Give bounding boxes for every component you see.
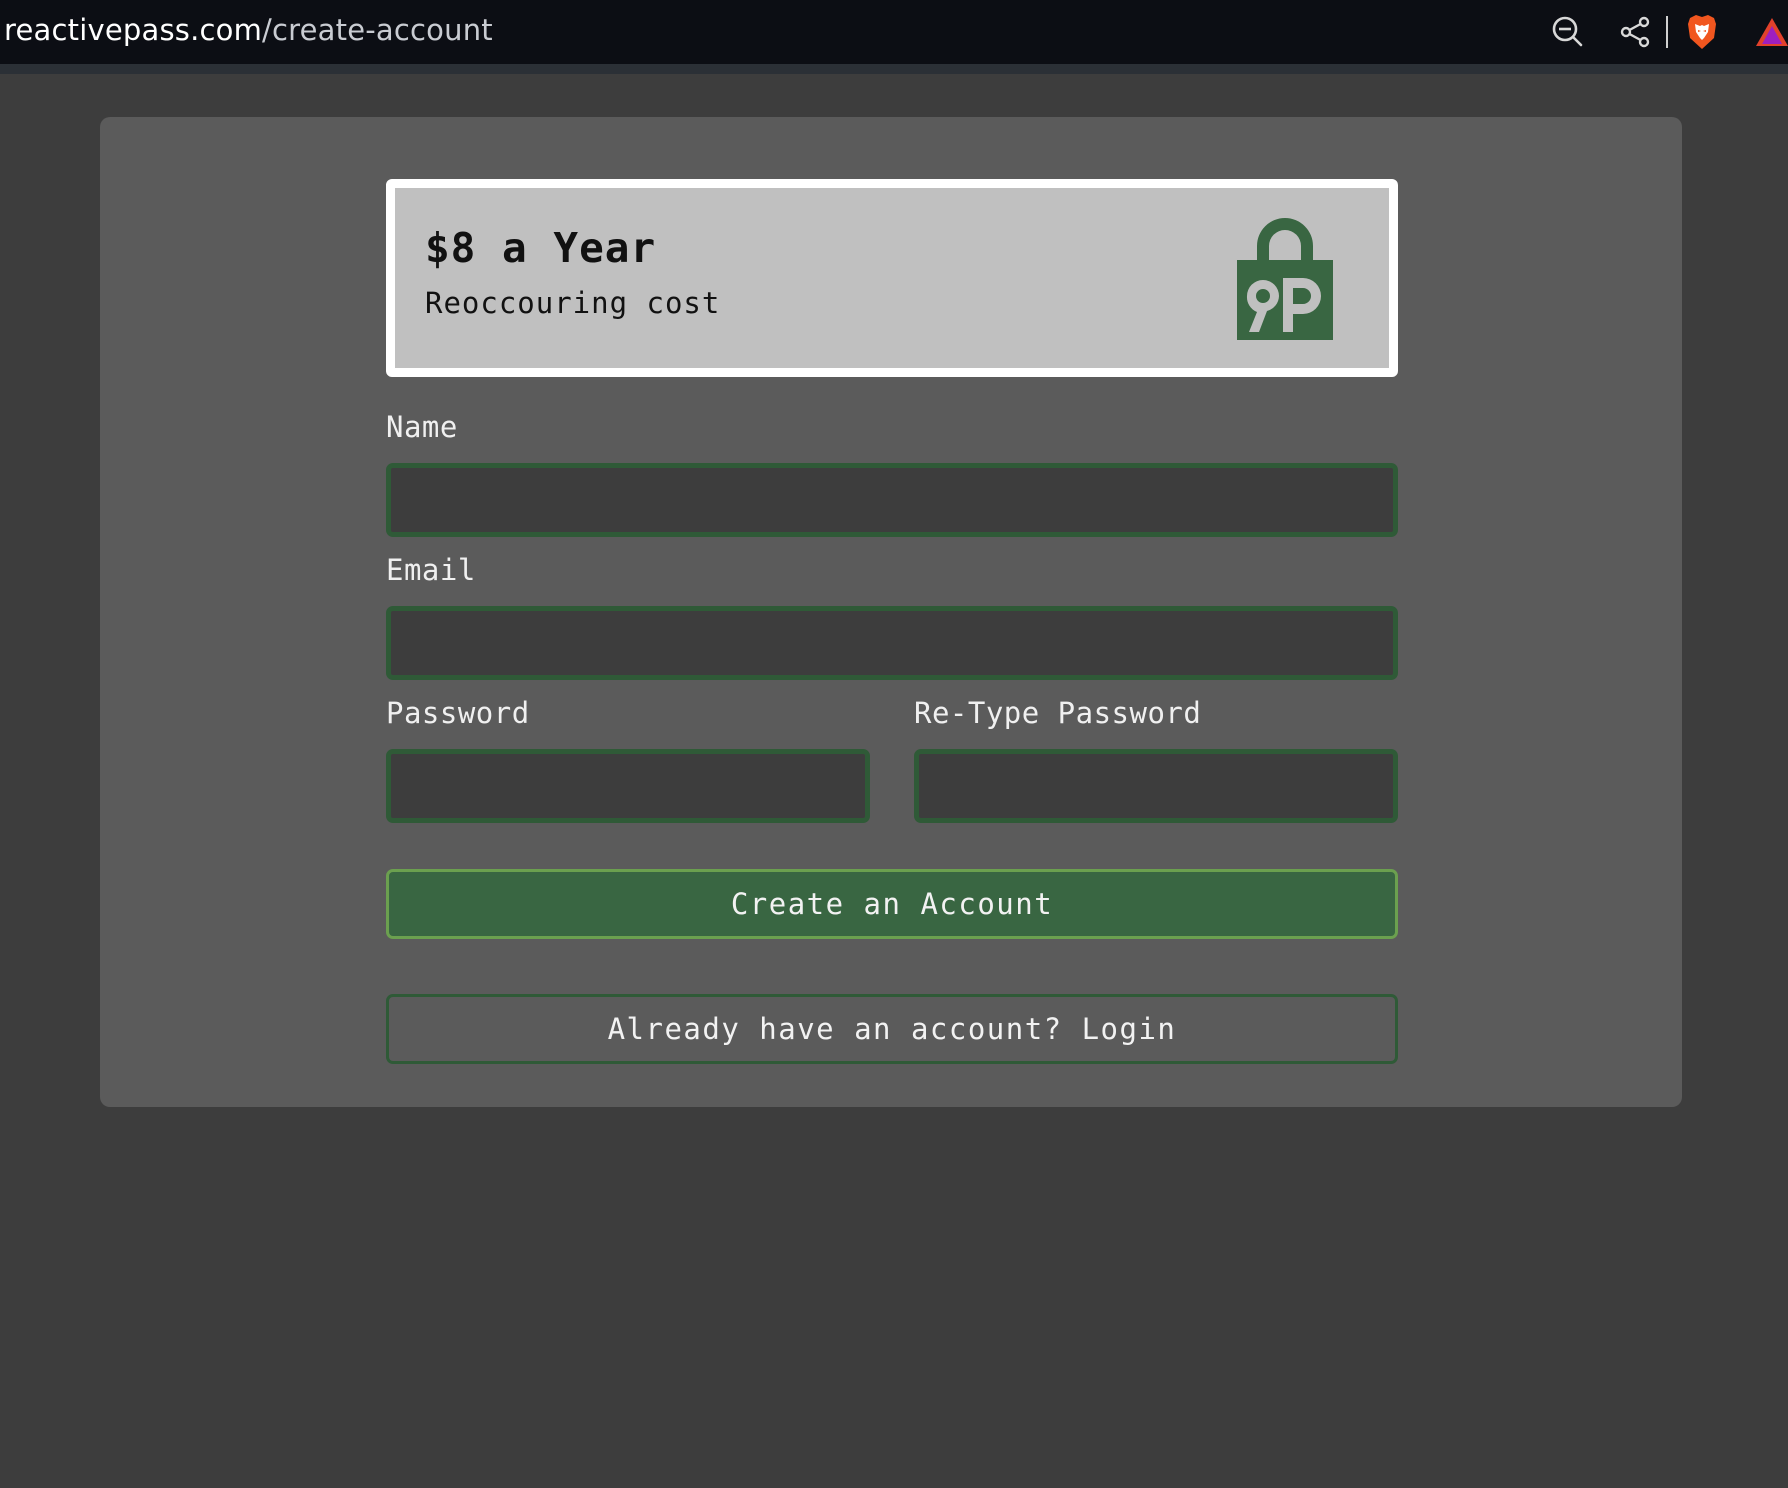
password-label: Password bbox=[386, 696, 530, 730]
login-link-button[interactable]: Already have an account? Login bbox=[386, 994, 1398, 1064]
create-account-button[interactable]: Create an Account bbox=[386, 869, 1398, 939]
password-input[interactable] bbox=[386, 749, 870, 823]
page-content: $8 a Year Reoccouring cost Name Email Pa… bbox=[0, 74, 1788, 1488]
create-account-card: $8 a Year Reoccouring cost Name Email Pa… bbox=[100, 117, 1682, 1107]
toolbar-icons bbox=[1548, 12, 1788, 52]
share-icon[interactable] bbox=[1616, 12, 1656, 52]
brave-rewards-icon[interactable] bbox=[1752, 12, 1788, 52]
create-account-form: $8 a Year Reoccouring cost Name Email Pa… bbox=[386, 179, 1398, 1064]
zoom-out-icon[interactable] bbox=[1548, 12, 1588, 52]
name-input[interactable] bbox=[386, 463, 1398, 537]
url-path: /create-account bbox=[262, 13, 493, 47]
retype-password-label: Re-Type Password bbox=[914, 696, 1202, 730]
brave-shield-icon[interactable] bbox=[1682, 12, 1722, 52]
pricing-box: $8 a Year Reoccouring cost bbox=[386, 179, 1398, 377]
email-label: Email bbox=[386, 553, 476, 587]
email-input[interactable] bbox=[386, 606, 1398, 680]
name-label: Name bbox=[386, 410, 458, 444]
address-bar[interactable]: reactivepass.com/create-account bbox=[4, 13, 493, 47]
url-domain: reactivepass.com bbox=[4, 13, 263, 47]
price-title: $8 a Year bbox=[425, 224, 657, 272]
browser-toolbar: reactivepass.com/create-account bbox=[0, 0, 1788, 74]
reactivepass-lock-logo-icon bbox=[1237, 216, 1333, 340]
toolbar-divider bbox=[1666, 16, 1668, 48]
price-subtitle: Reoccouring cost bbox=[425, 286, 721, 320]
retype-password-input[interactable] bbox=[914, 749, 1398, 823]
